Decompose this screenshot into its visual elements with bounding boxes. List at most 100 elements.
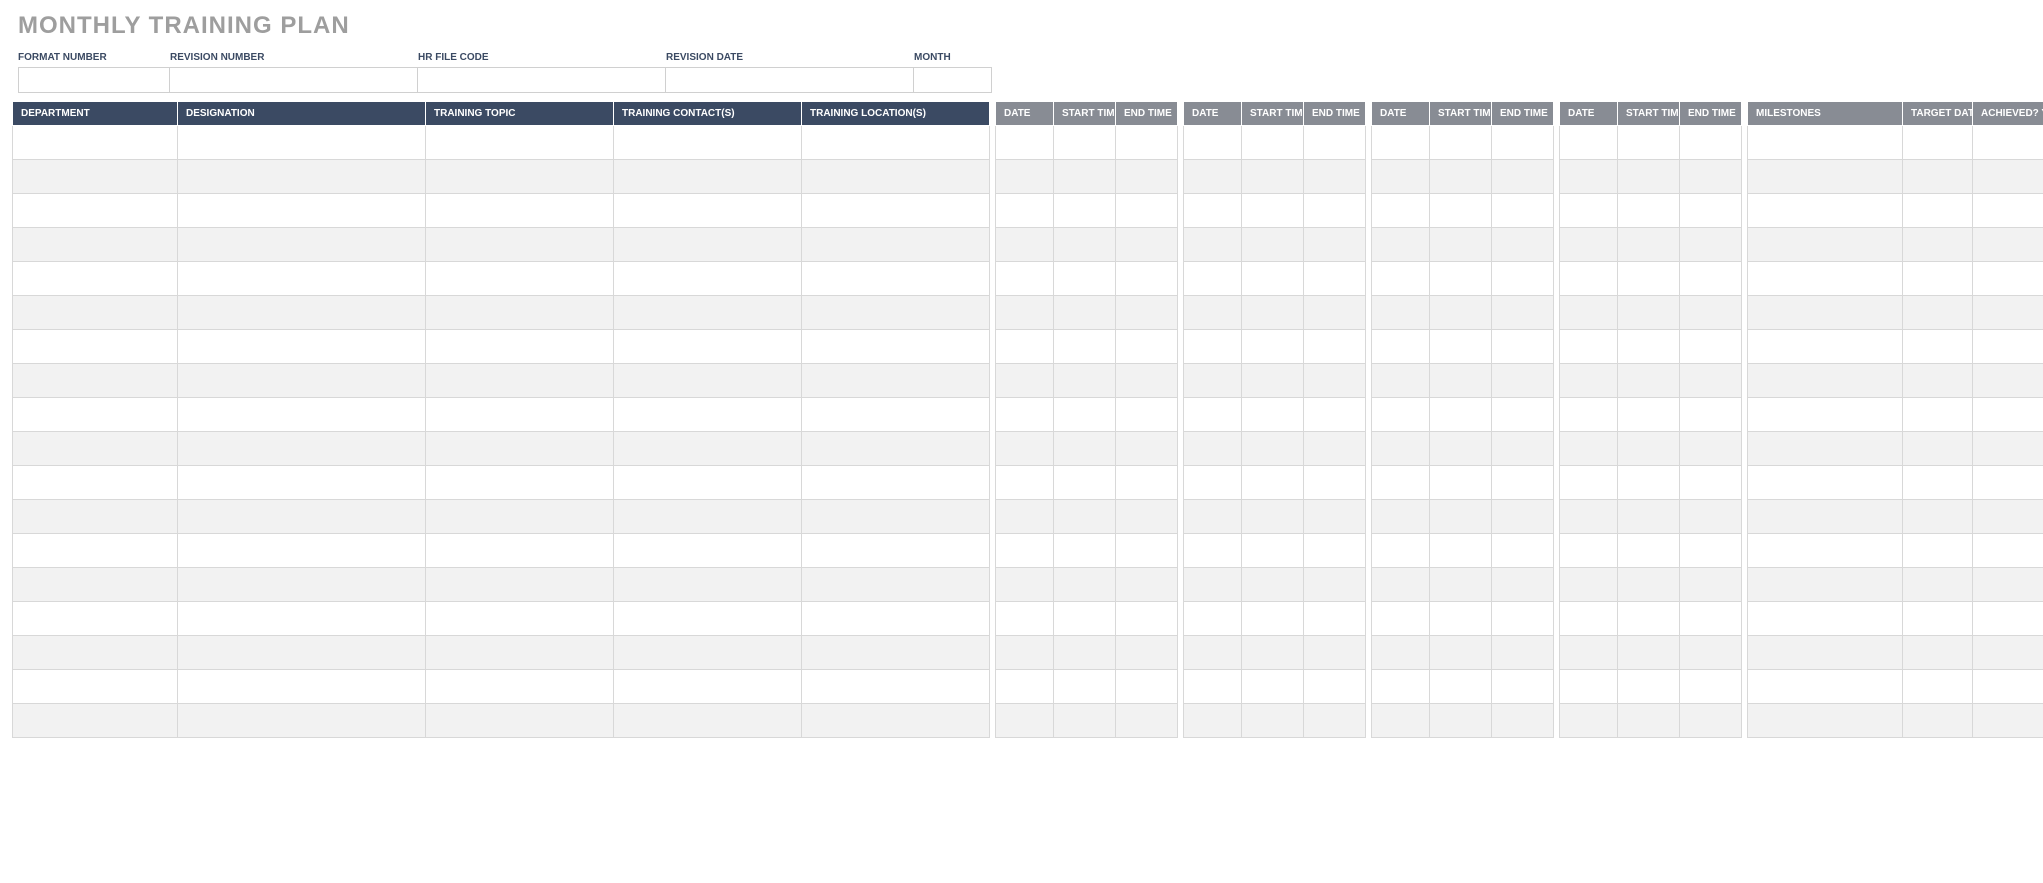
cell[interactable] [1973,330,2043,364]
cell[interactable] [178,704,426,738]
cell[interactable] [1054,670,1116,704]
cell[interactable] [1973,296,2043,330]
cell[interactable] [1748,670,1903,704]
cell[interactable] [178,534,426,568]
cell[interactable] [802,160,990,194]
cell[interactable] [1560,568,1618,602]
cell[interactable] [13,432,178,466]
cell[interactable] [1116,670,1178,704]
cell[interactable] [178,262,426,296]
cell[interactable] [802,636,990,670]
cell[interactable] [1054,126,1116,160]
cell[interactable] [1618,500,1680,534]
cell[interactable] [996,704,1054,738]
cell[interactable] [1560,704,1618,738]
cell[interactable] [1492,126,1554,160]
cell[interactable] [13,296,178,330]
cell[interactable] [1242,466,1304,500]
cell[interactable] [1748,432,1903,466]
cell[interactable] [614,704,802,738]
cell[interactable] [996,432,1054,466]
cell[interactable] [426,330,614,364]
cell[interactable] [1680,500,1742,534]
cell[interactable] [1560,126,1618,160]
cell[interactable] [802,602,990,636]
cell[interactable] [1430,466,1492,500]
cell[interactable] [1492,432,1554,466]
cell[interactable] [1116,296,1178,330]
cell[interactable] [802,704,990,738]
cell[interactable] [996,636,1054,670]
cell[interactable] [1492,296,1554,330]
cell[interactable] [1054,466,1116,500]
cell[interactable] [1973,670,2043,704]
cell[interactable] [1304,568,1366,602]
cell[interactable] [426,398,614,432]
cell[interactable] [1304,228,1366,262]
cell[interactable] [1430,568,1492,602]
cell[interactable] [1372,602,1430,636]
cell[interactable] [178,364,426,398]
cell[interactable] [1184,670,1242,704]
cell[interactable] [13,704,178,738]
cell[interactable] [1680,704,1742,738]
cell[interactable] [178,296,426,330]
cell[interactable] [1560,364,1618,398]
cell[interactable] [426,194,614,228]
cell[interactable] [996,500,1054,534]
cell[interactable] [13,262,178,296]
cell[interactable] [1748,194,1903,228]
cell[interactable] [1184,364,1242,398]
cell[interactable] [1304,670,1366,704]
cell[interactable] [1903,262,1973,296]
cell[interactable] [178,432,426,466]
cell[interactable] [996,228,1054,262]
input-month[interactable] [914,67,992,93]
cell[interactable] [614,364,802,398]
cell[interactable] [1430,602,1492,636]
cell[interactable] [1242,160,1304,194]
cell[interactable] [802,194,990,228]
cell[interactable] [802,262,990,296]
cell[interactable] [1116,704,1178,738]
cell[interactable] [1748,704,1903,738]
cell[interactable] [1430,432,1492,466]
cell[interactable] [1748,126,1903,160]
cell[interactable] [1242,262,1304,296]
cell[interactable] [1973,466,2043,500]
cell[interactable] [1304,296,1366,330]
cell[interactable] [1748,500,1903,534]
cell[interactable] [996,160,1054,194]
cell[interactable] [1054,704,1116,738]
cell[interactable] [1680,466,1742,500]
cell[interactable] [178,636,426,670]
cell[interactable] [614,262,802,296]
cell[interactable] [178,228,426,262]
cell[interactable] [1184,398,1242,432]
cell[interactable] [1973,398,2043,432]
cell[interactable] [1680,670,1742,704]
cell[interactable] [178,194,426,228]
cell[interactable] [426,568,614,602]
cell[interactable] [426,500,614,534]
cell[interactable] [1973,364,2043,398]
cell[interactable] [1242,602,1304,636]
cell[interactable] [802,500,990,534]
cell[interactable] [1618,534,1680,568]
cell[interactable] [996,262,1054,296]
cell[interactable] [1748,534,1903,568]
cell[interactable] [1903,704,1973,738]
cell[interactable] [614,194,802,228]
cell[interactable] [1618,704,1680,738]
cell[interactable] [1430,330,1492,364]
cell[interactable] [996,330,1054,364]
cell[interactable] [426,160,614,194]
cell[interactable] [1184,602,1242,636]
cell[interactable] [802,296,990,330]
cell[interactable] [426,636,614,670]
cell[interactable] [1560,296,1618,330]
cell[interactable] [1430,262,1492,296]
cell[interactable] [1492,466,1554,500]
cell[interactable] [1903,296,1973,330]
cell[interactable] [1680,398,1742,432]
